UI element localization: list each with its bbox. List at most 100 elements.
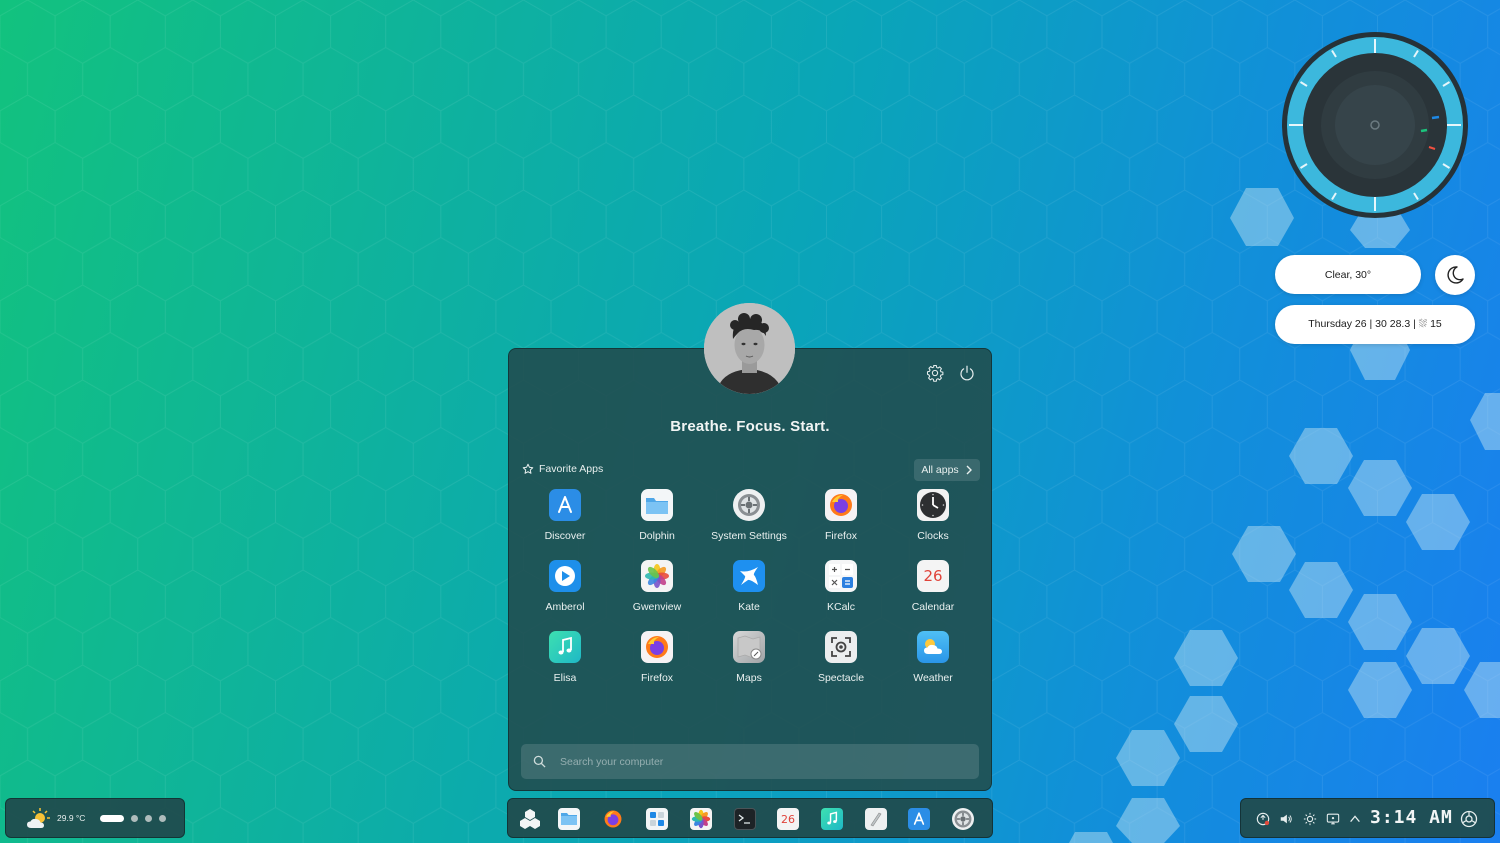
favorite-apps-heading: Favorite Apps (522, 463, 603, 475)
dock-gwenview[interactable] (690, 808, 712, 830)
app-tile-kcalc[interactable]: KCalc (795, 558, 887, 629)
weather-condition-pill[interactable]: Clear, 30° (1275, 255, 1421, 294)
music-note-icon (549, 631, 581, 663)
system-tray-panel: 3:14 AM (1240, 798, 1495, 838)
all-apps-button[interactable]: All apps (914, 459, 980, 481)
search-bar[interactable] (521, 744, 979, 779)
clock-time[interactable]: 3:14 AM (1370, 807, 1453, 828)
tray-expand-button[interactable] (1347, 811, 1363, 827)
discover-icon (549, 489, 581, 521)
clock-icon (917, 489, 949, 521)
power-button[interactable] (956, 362, 978, 384)
app-tile-gwenview[interactable]: Gwenview (611, 558, 703, 629)
folder-icon (641, 489, 673, 521)
volume-icon (1280, 814, 1292, 824)
dock-panel: 26 (507, 798, 993, 838)
dock-discover[interactable] (908, 808, 930, 830)
app-label: Gwenview (632, 601, 682, 613)
firefox-icon (604, 810, 622, 828)
discover-icon (913, 812, 925, 825)
app-tile-system-settings[interactable]: System Settings (703, 487, 795, 558)
system-settings-icon (733, 489, 765, 521)
app-label: Maps (736, 672, 762, 684)
app-label: Discover (544, 530, 586, 542)
dock-discover-store[interactable] (646, 808, 668, 830)
store-icon (650, 812, 664, 826)
power-icon (960, 365, 974, 381)
search-icon (533, 755, 546, 768)
app-tile-kate[interactable]: Kate (703, 558, 795, 629)
dock-text-editor[interactable] (865, 808, 887, 830)
app-label: Weather (913, 672, 953, 684)
dock-system-settings[interactable] (952, 808, 974, 830)
app-launcher-icon (520, 809, 540, 829)
dock-dolphin[interactable] (558, 808, 580, 830)
weather-condition-text: Clear, 30° (1324, 268, 1372, 281)
user-avatar[interactable] (704, 303, 795, 394)
app-label: Elisa (553, 672, 577, 684)
gear-icon (926, 364, 944, 382)
app-tile-calendar[interactable]: 26 Calendar (887, 558, 979, 629)
app-label: Firefox (640, 672, 674, 684)
device-icon (1326, 813, 1340, 825)
avatar-image (704, 303, 795, 394)
app-label: KCalc (826, 601, 855, 613)
star-icon (522, 463, 534, 474)
calendar-icon: 26 (917, 560, 949, 592)
volume-control[interactable] (1278, 811, 1294, 827)
app-label: Amberol (545, 601, 585, 613)
weather-icon (917, 631, 949, 663)
dock-launcher-button[interactable] (519, 808, 541, 830)
update-notifier[interactable] (1255, 811, 1271, 827)
firefox-icon (825, 489, 857, 521)
moon-phase-button[interactable] (1435, 255, 1475, 295)
music-note-icon (827, 811, 838, 825)
partly-sunny-weather-icon[interactable] (25, 807, 51, 831)
left-panel: 29.9 °C (5, 798, 185, 838)
app-tile-dolphin[interactable]: Dolphin (611, 487, 703, 558)
virtual-desktop-1-active[interactable] (100, 815, 124, 822)
analog-clock-widget (1282, 32, 1468, 218)
play-icon (549, 560, 581, 592)
calendar-day-number: 26 (923, 567, 943, 585)
application-launcher: Breathe. Focus. Start. Favorite Apps All… (508, 348, 992, 791)
all-apps-label: All apps (921, 464, 959, 476)
brightness-control[interactable] (1302, 811, 1318, 827)
app-label: Calendar (911, 601, 955, 613)
virtual-desktop-4[interactable] (159, 815, 166, 822)
weather-forecast-text: Thursday 26 | 30 28.3 | ⛆ 15 (1308, 318, 1442, 330)
dock-terminal[interactable] (734, 808, 756, 830)
search-input[interactable] (560, 755, 960, 768)
app-tile-discover[interactable]: Discover (519, 487, 611, 558)
app-tile-maps[interactable]: Maps (703, 629, 795, 700)
calendar-icon: 26 (781, 812, 795, 826)
app-tile-amberol[interactable]: Amberol (519, 558, 611, 629)
kate-icon (733, 560, 765, 592)
moon-icon (1447, 266, 1464, 284)
temperature-text: 29.9 °C (57, 813, 86, 823)
desktop-settings-button[interactable] (1460, 810, 1478, 828)
virtual-desktop-2[interactable] (131, 815, 138, 822)
brightness-icon (1303, 812, 1317, 826)
app-tile-weather[interactable]: Weather (887, 629, 979, 700)
maps-icon (733, 631, 765, 663)
settings-dial-icon (1460, 810, 1478, 828)
app-tile-firefox-2[interactable]: Firefox (611, 629, 703, 700)
dock-firefox[interactable] (602, 808, 624, 830)
app-tile-firefox[interactable]: Firefox (795, 487, 887, 558)
launcher-tagline: Breathe. Focus. Start. (670, 418, 830, 435)
app-tile-spectacle[interactable]: Spectacle (795, 629, 887, 700)
chevron-right-icon (966, 465, 972, 475)
virtual-desktop-3[interactable] (145, 815, 152, 822)
app-tile-elisa[interactable]: Elisa (519, 629, 611, 700)
kde-connect[interactable] (1325, 811, 1341, 827)
settings-button[interactable] (924, 362, 946, 384)
dock-calendar[interactable]: 26 (777, 808, 799, 830)
firefox-icon (641, 631, 673, 663)
app-tile-clocks[interactable]: Clocks (887, 487, 979, 558)
app-label: Kate (738, 601, 760, 613)
dock-elisa[interactable] (821, 808, 843, 830)
photos-icon (641, 560, 673, 592)
weather-forecast-pill[interactable]: Thursday 26 | 30 28.3 | ⛆ 15 (1275, 305, 1475, 344)
screenshot-icon (825, 631, 857, 663)
